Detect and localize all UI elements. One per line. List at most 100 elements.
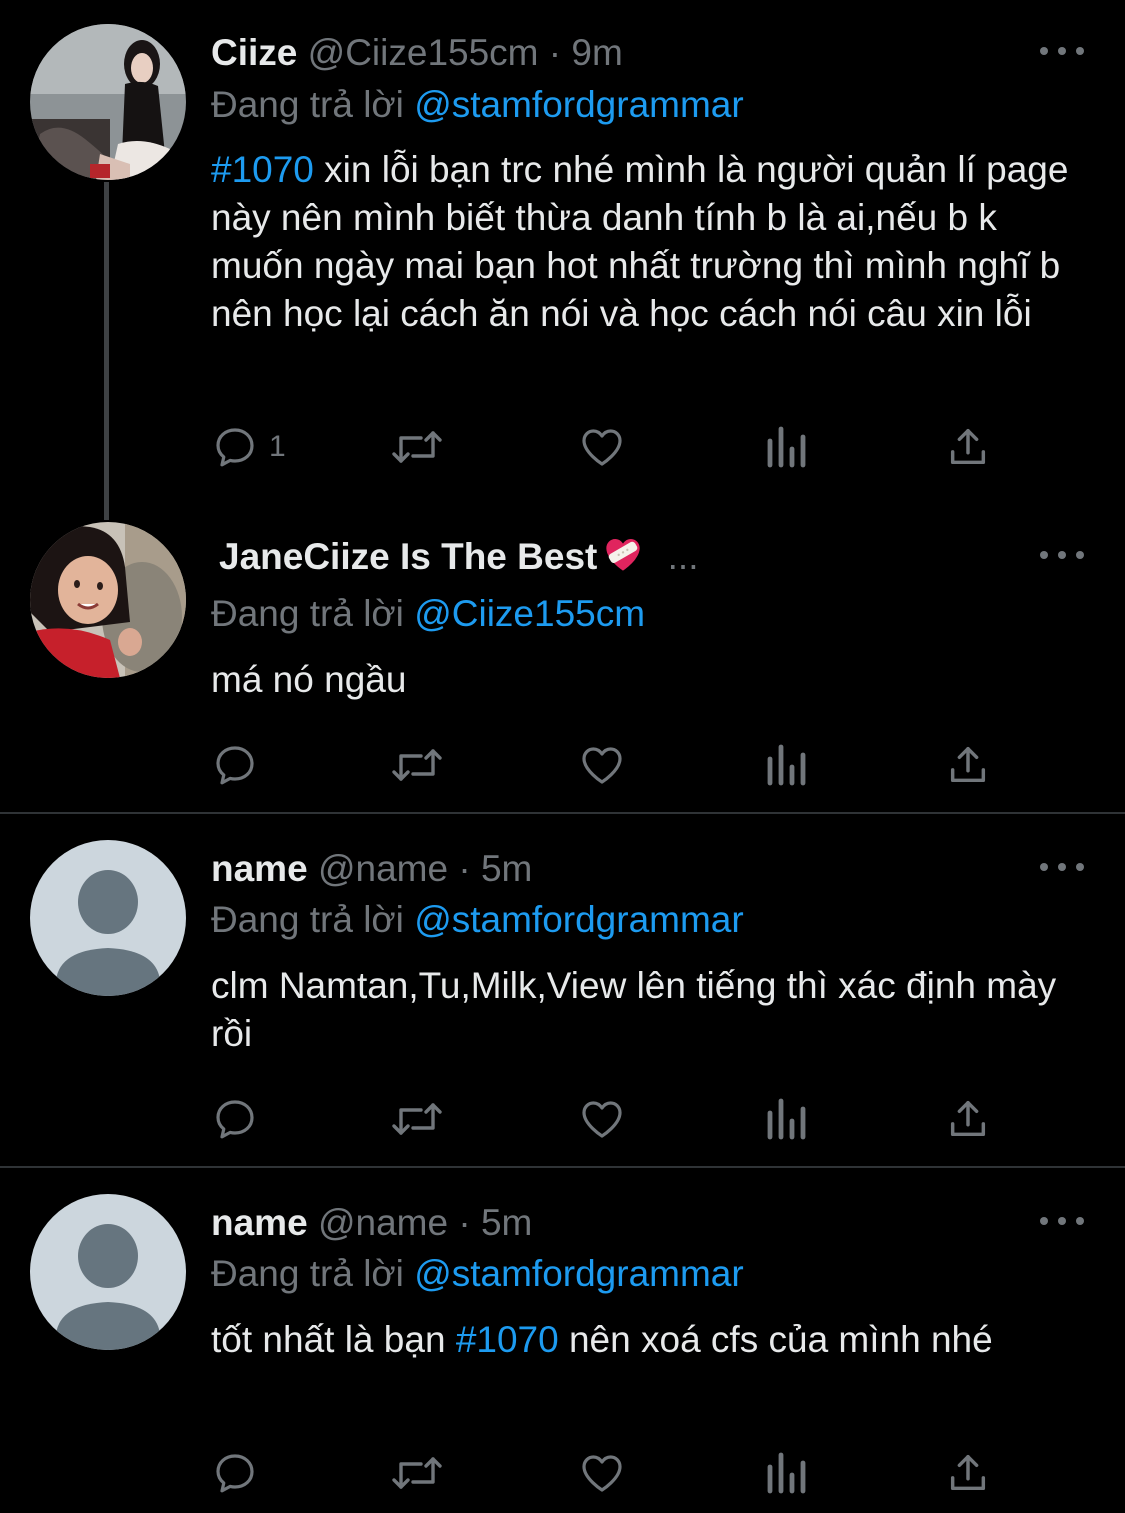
heart-icon [582, 1455, 622, 1492]
retweet-icon [392, 1103, 442, 1135]
mention-link[interactable]: @stamfordgrammar [414, 84, 744, 125]
views-icon [767, 426, 806, 468]
avatar-janeciize[interactable] [30, 522, 186, 678]
views-button[interactable] [763, 1094, 809, 1144]
reply-icon [216, 1454, 254, 1493]
share-button[interactable] [945, 740, 991, 790]
replying-to: Đang trả lời @stamfordgrammar [211, 1249, 744, 1299]
replying-to: Đang trả lời @stamfordgrammar [211, 895, 744, 945]
action-bar: 1 [211, 422, 1011, 472]
tweet-name-1[interactable]: name @name · 5m Đang trả lời @stamfordgr… [0, 814, 1125, 1166]
retweet-button[interactable] [389, 740, 445, 790]
views-button[interactable] [763, 1448, 809, 1498]
hashtag-link[interactable]: #1070 [456, 1319, 559, 1360]
tweet-text: tốt nhất là bạn #1070 nên xoá cfs của mì… [211, 1316, 1091, 1364]
like-button[interactable] [577, 422, 627, 472]
heart-icon [582, 429, 622, 466]
retweet-icon [392, 431, 442, 463]
heart-with-bandage-icon [603, 535, 643, 586]
timestamp[interactable]: 5m [481, 1202, 532, 1243]
retweet-button[interactable] [389, 422, 445, 472]
more-icon[interactable] [1040, 36, 1084, 66]
tweet-janeciize[interactable]: JaneCiize Is The Best ... Đang trả lời @… [0, 520, 1125, 812]
like-button[interactable] [577, 1448, 627, 1498]
share-button[interactable] [945, 1094, 991, 1144]
reply-button[interactable]: 1 [211, 422, 286, 472]
separator-dot: · [548, 32, 562, 73]
views-button[interactable] [763, 422, 809, 472]
tweet-header: name @name · 5m [211, 844, 532, 894]
like-button[interactable] [577, 740, 627, 790]
share-button[interactable] [945, 422, 991, 472]
retweet-button[interactable] [389, 1094, 445, 1144]
reply-icon [216, 1100, 254, 1139]
action-bar [211, 1448, 1011, 1498]
replying-prefix: Đang trả lời [211, 899, 404, 940]
mention-link[interactable]: @Ciize155cm [414, 593, 645, 634]
heart-icon [582, 747, 622, 784]
share-icon [950, 1100, 986, 1137]
retweet-icon [392, 1457, 442, 1489]
views-button[interactable] [763, 740, 809, 790]
display-name[interactable]: JaneCiize Is The Best [219, 536, 597, 577]
views-icon [767, 744, 806, 786]
more-icon[interactable] [1040, 540, 1084, 570]
replying-to: Đang trả lời @Ciize155cm [211, 589, 645, 639]
display-name[interactable]: name [211, 1202, 308, 1243]
mention-link[interactable]: @stamfordgrammar [414, 899, 744, 940]
display-name[interactable]: Ciize [211, 32, 297, 73]
separator-dot: · [458, 1202, 471, 1243]
user-handle[interactable]: @name [318, 1202, 448, 1243]
share-button[interactable] [945, 1448, 991, 1498]
tweet-text-after: nên xoá cfs của mình nhé [558, 1319, 993, 1360]
replying-prefix: Đang trả lời [211, 1253, 404, 1294]
like-button[interactable] [577, 1094, 627, 1144]
reply-count: 1 [269, 430, 286, 463]
hashtag-link[interactable]: #1070 [211, 149, 314, 190]
replying-prefix: Đang trả lời [211, 593, 404, 634]
timestamp[interactable]: 9m [571, 32, 622, 73]
reply-button[interactable] [211, 1094, 259, 1144]
share-icon [950, 428, 986, 465]
default-profile-icon [30, 1194, 186, 1350]
reply-icon [216, 746, 254, 785]
user-handle[interactable]: @Ciize155cm [308, 32, 539, 73]
avatar-ciize[interactable] [30, 24, 186, 180]
more-icon[interactable] [1040, 852, 1084, 882]
tweet-header: name @name · 5m [211, 1198, 532, 1248]
avatar-default[interactable] [30, 1194, 186, 1350]
views-icon [767, 1098, 806, 1140]
reply-button[interactable] [211, 740, 259, 790]
more-icon[interactable] [1040, 1206, 1084, 1236]
reply-button[interactable] [211, 1448, 259, 1498]
reply-icon [216, 428, 254, 467]
share-icon [950, 1454, 986, 1491]
action-bar [211, 1094, 1011, 1144]
heart-icon [582, 1101, 622, 1138]
timestamp[interactable]: 5m [481, 848, 532, 889]
tweet-text: clm Namtan,Tu,Milk,View lên tiếng thì xá… [211, 965, 1057, 1054]
separator-dot: · [458, 848, 471, 889]
tweet-header: JaneCiize Is The Best ... [219, 532, 699, 582]
retweet-button[interactable] [389, 1448, 445, 1498]
display-name[interactable]: name [211, 848, 308, 889]
retweet-icon [392, 749, 442, 781]
default-profile-icon [30, 840, 186, 996]
user-handle[interactable]: @name [318, 848, 448, 889]
avatar-photo-icon [30, 522, 186, 678]
truncated-handle: ... [667, 536, 699, 577]
replying-to: Đang trả lời @stamfordgrammar [211, 80, 744, 130]
tweet-header: Ciize @Ciize155cm · 9m [211, 28, 623, 78]
replying-prefix: Đang trả lời [211, 84, 404, 125]
avatar-default[interactable] [30, 840, 186, 996]
tweet-text: má nó ngầu [211, 659, 407, 700]
share-icon [950, 746, 986, 783]
tweet-text-before: tốt nhất là bạn [211, 1319, 456, 1360]
views-icon [767, 1452, 806, 1494]
tweet-name-2[interactable]: name @name · 5m Đang trả lời @stamfordgr… [0, 1168, 1125, 1513]
avatar-photo-icon [30, 24, 186, 180]
tweet-text-content: xin lỗi bạn trc nhé mình là người quản l… [211, 149, 1069, 334]
mention-link[interactable]: @stamfordgrammar [414, 1253, 744, 1294]
tweet-ciize[interactable]: Ciize @Ciize155cm · 9m Đang trả lời @sta… [0, 0, 1125, 520]
tweet-text: #1070 xin lỗi bạn trc nhé mình là người … [211, 146, 1091, 338]
